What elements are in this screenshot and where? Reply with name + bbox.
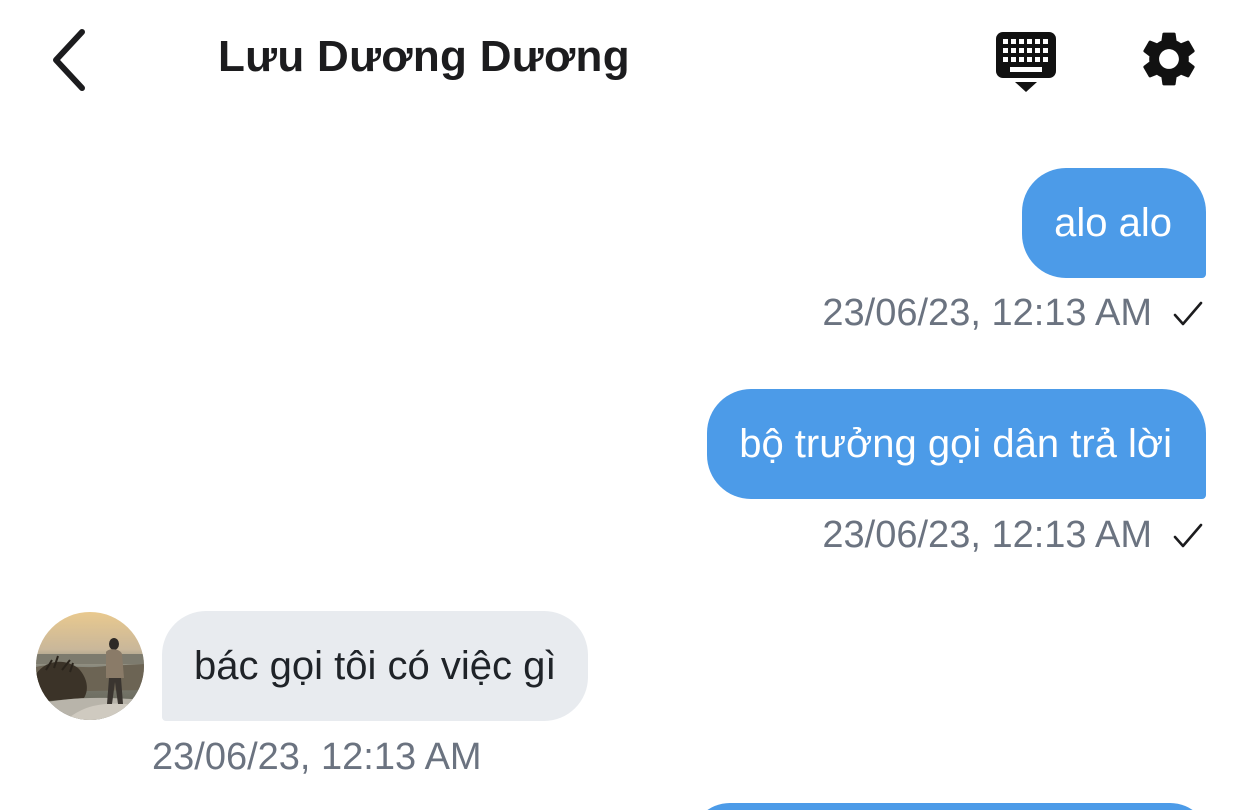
checkmark-icon bbox=[1173, 523, 1203, 547]
message-meta: 23/06/23, 12:13 AM bbox=[822, 514, 1204, 557]
avatar[interactable] bbox=[36, 612, 144, 720]
message-timestamp: 23/06/23, 12:13 AM bbox=[152, 736, 482, 778]
keyboard-hide-icon bbox=[996, 32, 1056, 92]
keyboard-toggle-button[interactable] bbox=[990, 26, 1062, 96]
chat-header: Lưu Dương Dương bbox=[0, 0, 1242, 120]
message-text: alo alo bbox=[1054, 200, 1172, 245]
outgoing-message-bubble[interactable]: alo alo bbox=[1022, 168, 1206, 278]
message-timestamp: 23/06/23, 12:13 AM bbox=[822, 514, 1152, 556]
incoming-message-bubble[interactable]: bác gọi tôi có việc gì bbox=[162, 611, 589, 721]
outgoing-message-bubble[interactable]: bộ trưởng gọi dân trả lời bbox=[707, 389, 1206, 499]
contact-name[interactable]: Lưu Dương Dương bbox=[218, 32, 630, 82]
message-timestamp: 23/06/23, 12:13 AM bbox=[822, 292, 1152, 334]
outgoing-message-bubble-partial[interactable] bbox=[690, 803, 1210, 810]
back-button[interactable] bbox=[36, 22, 100, 98]
message-text: bộ trưởng gọi dân trả lời bbox=[739, 421, 1172, 466]
chat-screen: Lưu Dương Dương alo alo 23/06/23, 12:13 … bbox=[0, 0, 1242, 810]
avatar-photo bbox=[36, 612, 144, 720]
message-meta: 23/06/23, 12:13 AM bbox=[152, 736, 482, 779]
checkmark-icon bbox=[1173, 301, 1203, 325]
chevron-left-icon bbox=[53, 29, 85, 91]
message-meta: 23/06/23, 12:13 AM bbox=[822, 292, 1204, 335]
gear-icon bbox=[1143, 32, 1195, 86]
message-text: bác gọi tôi có việc gì bbox=[194, 643, 557, 688]
settings-button[interactable] bbox=[1136, 26, 1202, 92]
